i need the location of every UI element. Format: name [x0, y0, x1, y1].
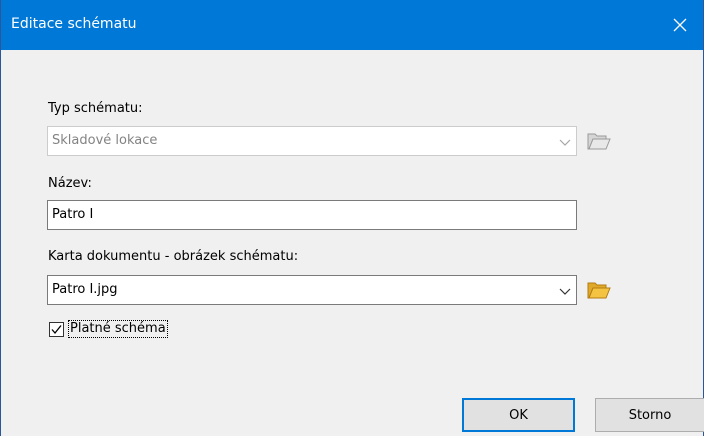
- folder-open-icon[interactable]: [586, 130, 612, 152]
- name-label: Název:: [48, 176, 92, 191]
- close-icon: [673, 18, 687, 32]
- chevron-down-icon: [559, 139, 571, 146]
- document-value: Patro I.jpg: [52, 282, 118, 297]
- name-input[interactable]: Patro I: [47, 200, 577, 230]
- ok-button[interactable]: OK: [462, 398, 575, 432]
- chevron-down-icon[interactable]: [558, 284, 572, 298]
- checkmark-icon: [51, 324, 62, 334]
- valid-schema-checkbox-row[interactable]: Platné schéma: [49, 318, 168, 340]
- valid-schema-label[interactable]: Platné schéma: [68, 320, 168, 338]
- schema-type-value: Skladové lokace: [52, 133, 158, 148]
- title-bar: Editace schématu: [1, 0, 703, 50]
- schema-type-select[interactable]: Skladové lokace: [47, 126, 577, 156]
- cancel-button[interactable]: Storno: [595, 398, 704, 432]
- schema-type-label: Typ schématu:: [48, 101, 143, 116]
- document-select[interactable]: Patro I.jpg: [47, 275, 577, 305]
- dialog-window: Editace schématu Typ schématu: Skladové …: [0, 0, 704, 436]
- window-title: Editace schématu: [11, 16, 137, 32]
- close-button[interactable]: [657, 0, 703, 50]
- folder-open-icon[interactable]: [586, 279, 612, 301]
- document-label: Karta dokumentu - obrázek schématu:: [48, 249, 299, 264]
- name-value: Patro I: [52, 207, 94, 222]
- valid-schema-checkbox[interactable]: [49, 321, 64, 337]
